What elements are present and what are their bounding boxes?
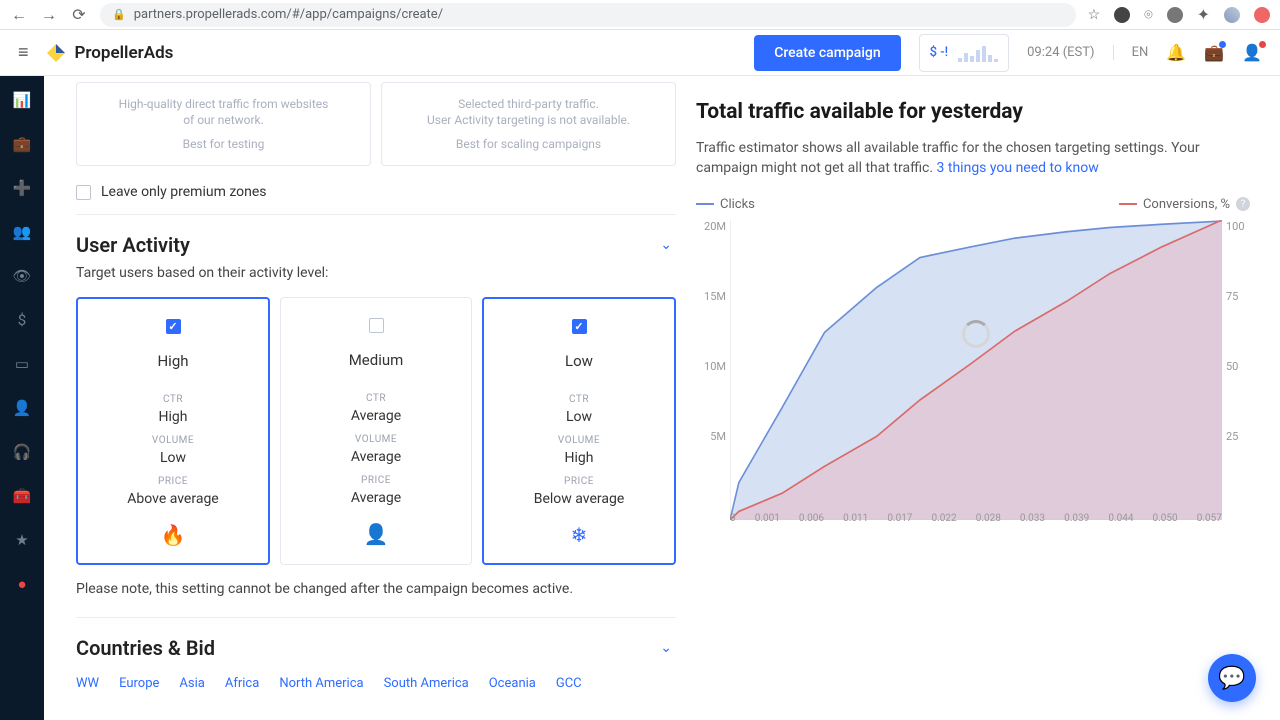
ext-icon-2[interactable]: [1167, 7, 1183, 23]
legend-clicks: Clicks: [696, 197, 755, 212]
bell-icon[interactable]: 🔔: [1166, 43, 1186, 62]
region-ww[interactable]: WW: [76, 676, 99, 691]
balance-chart-icon: [958, 44, 998, 62]
user-activity-note: Please note, this setting cannot be chan…: [76, 581, 676, 597]
time-display: 09:24 (EST): [1027, 45, 1094, 60]
puzzle-icon[interactable]: ✦: [1197, 5, 1210, 24]
brand-text: PropellerAds: [75, 43, 174, 63]
traffic-chart: 20M 15M 10M 5M 100 75 50 25: [730, 220, 1222, 520]
region-north-america[interactable]: North America: [279, 676, 363, 691]
countries-title: Countries & Bid: [76, 636, 215, 660]
chat-icon: 💬: [1218, 666, 1245, 691]
balance-text: $ -!: [930, 45, 948, 60]
chevron-down-icon[interactable]: ⌄: [660, 237, 672, 253]
chevron-down-icon[interactable]: ⌄: [660, 640, 672, 656]
checkbox-high[interactable]: [166, 319, 181, 334]
activity-card-medium[interactable]: Medium CTR Average VOLUME Average PRICE …: [280, 297, 472, 565]
logo-icon: [43, 40, 69, 66]
premium-zones-checkbox[interactable]: Leave only premium zones: [76, 184, 676, 200]
sidebar-campaigns-icon[interactable]: 💼: [12, 134, 32, 154]
checkbox-medium[interactable]: [369, 318, 384, 333]
region-links: WW Europe Asia Africa North America Sout…: [76, 676, 676, 691]
logo[interactable]: PropellerAds: [43, 40, 174, 66]
balance-box[interactable]: $ -!: [919, 34, 1009, 72]
sidebar-star-icon[interactable]: ★: [12, 530, 32, 550]
sidebar-support-icon[interactable]: 🎧: [12, 442, 32, 462]
reload-icon[interactable]: ⟳: [70, 6, 88, 24]
lock-icon: 🔒: [112, 8, 126, 21]
right-panel: Total traffic available for yesterday Tr…: [676, 76, 1280, 720]
snowflake-icon: ❄: [494, 523, 664, 547]
traffic-card-thirdparty[interactable]: Selected third-party traffic. User Activ…: [381, 82, 676, 166]
checkbox-icon[interactable]: [76, 185, 91, 200]
region-europe[interactable]: Europe: [119, 676, 159, 691]
sidebar-audience-icon[interactable]: 👥: [12, 222, 32, 242]
fire-icon: 🔥: [88, 523, 258, 547]
menu-icon[interactable]: ≡: [18, 42, 29, 63]
region-south-america[interactable]: South America: [384, 676, 469, 691]
back-icon[interactable]: ←: [10, 6, 28, 24]
left-panel: High-quality direct traffic from website…: [44, 76, 676, 720]
camera-icon[interactable]: ⌾: [1144, 7, 1152, 23]
star-icon[interactable]: ☆: [1088, 7, 1101, 23]
briefcase-icon[interactable]: 💼: [1204, 43, 1224, 62]
sidebar-profile-icon[interactable]: 👤: [12, 398, 32, 418]
sidebar: 📊 💼 ➕ 👥 👁 $ ▭ 👤 🎧 🧰 ★ ●: [0, 76, 44, 720]
sidebar-tools-icon[interactable]: 🧰: [12, 486, 32, 506]
estimator-desc: Traffic estimator shows all available tr…: [696, 138, 1250, 179]
region-oceania[interactable]: Oceania: [489, 676, 536, 691]
help-icon[interactable]: ?: [1236, 197, 1250, 211]
user-activity-title: User Activity: [76, 233, 190, 257]
person-icon: 👤: [291, 522, 461, 546]
app-header: ≡ PropellerAds Create campaign $ -! 09:2…: [0, 30, 1280, 76]
checkbox-low[interactable]: [572, 319, 587, 334]
ext-icon-3[interactable]: [1254, 7, 1270, 23]
estimator-link[interactable]: 3 things you need to know: [937, 160, 1099, 176]
region-asia[interactable]: Asia: [179, 676, 204, 691]
ext-icon-1[interactable]: [1114, 7, 1130, 23]
create-campaign-button[interactable]: Create campaign: [754, 35, 900, 71]
sidebar-add-icon[interactable]: ➕: [12, 178, 32, 198]
sidebar-finance-icon[interactable]: $: [12, 310, 32, 330]
sidebar-rec-icon[interactable]: ●: [12, 574, 32, 594]
avatar-icon[interactable]: [1224, 7, 1240, 23]
loading-spinner-icon: [962, 320, 990, 348]
estimator-title: Total traffic available for yesterday: [696, 100, 1250, 124]
activity-card-high[interactable]: High CTR High VOLUME Low PRICE Above ave…: [76, 297, 270, 565]
activity-card-low[interactable]: Low CTR Low VOLUME High PRICE Below aver…: [482, 297, 676, 565]
legend-conversions: Conversions, % ?: [1119, 197, 1250, 212]
lang-selector[interactable]: EN: [1113, 45, 1149, 60]
url-text: partners.propellerads.com/#/app/campaign…: [134, 7, 443, 22]
chrome-extensions: ☆ ⌾ ✦: [1088, 5, 1270, 24]
user-activity-subtitle: Target users based on their activity lev…: [76, 265, 676, 281]
region-africa[interactable]: Africa: [225, 676, 259, 691]
browser-chrome: ← → ⟳ 🔒 partners.propellerads.com/#/app/…: [0, 0, 1280, 30]
url-bar[interactable]: 🔒 partners.propellerads.com/#/app/campai…: [100, 3, 1076, 27]
traffic-card-direct[interactable]: High-quality direct traffic from website…: [76, 82, 371, 166]
sidebar-eye-icon[interactable]: 👁: [12, 266, 32, 286]
region-gcc[interactable]: GCC: [556, 676, 582, 691]
sidebar-wallet-icon[interactable]: ▭: [12, 354, 32, 374]
chat-fab[interactable]: 💬: [1208, 654, 1256, 702]
forward-icon[interactable]: →: [40, 6, 58, 24]
user-icon[interactable]: 👤: [1242, 43, 1262, 62]
sidebar-stats-icon[interactable]: 📊: [12, 90, 32, 110]
